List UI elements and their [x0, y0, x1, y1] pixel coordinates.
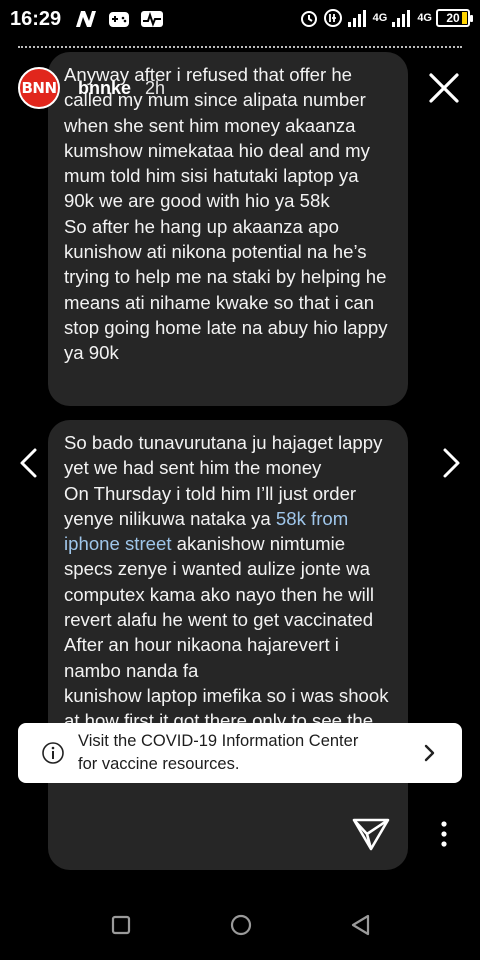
status-time: 16:29	[10, 8, 62, 30]
banner-text: Visit the COVID-19 Information Center fo…	[78, 730, 408, 776]
data-saver-icon	[323, 9, 342, 27]
alarm-clock-icon	[300, 11, 317, 27]
home-icon[interactable]	[228, 912, 254, 938]
signal-icon	[392, 10, 411, 27]
battery-icon: 20	[436, 9, 473, 27]
network-type-label: 4G	[417, 12, 432, 24]
avatar[interactable]: BNN	[18, 67, 60, 109]
covid-info-banner[interactable]: Visit the COVID-19 Information Center fo…	[18, 723, 462, 783]
info-icon	[42, 742, 64, 764]
status-bar: 16:29 4G 4G 20	[0, 0, 480, 40]
chevron-right-icon[interactable]	[418, 741, 440, 765]
story-header[interactable]: BNN bnnke 2h	[18, 66, 165, 110]
network-type-label: 4G	[372, 12, 388, 24]
close-icon[interactable]	[424, 68, 464, 108]
banner-line: Visit the COVID-19 Information Center	[78, 732, 359, 750]
chat-bubble: So bado tunavurutana ju hajaget lappy ye…	[48, 420, 408, 870]
status-indicators: 4G 4G 20	[299, 8, 473, 28]
obscured-text: nambo nanda fa	[64, 659, 199, 681]
recents-icon[interactable]	[108, 912, 134, 938]
banner-line: for vaccine resources.	[78, 755, 240, 773]
game-controller-icon	[109, 12, 129, 27]
post-time: 2h	[145, 77, 166, 98]
chevron-right-icon[interactable]	[436, 446, 466, 480]
story-progress-bar	[18, 46, 462, 49]
system-navigation-bar	[0, 890, 480, 960]
chevron-left-icon[interactable]	[14, 446, 44, 480]
username[interactable]: bnnke	[78, 78, 131, 99]
signal-icon	[347, 10, 366, 27]
battery-level: 20	[446, 11, 460, 25]
activity-icon	[141, 11, 163, 27]
n-app-icon	[76, 11, 96, 27]
send-icon[interactable]	[350, 812, 392, 854]
more-vertical-icon[interactable]	[432, 818, 456, 850]
back-icon[interactable]	[348, 912, 374, 938]
message-text: So bado tunavurutana ju hajaget lappy ye…	[64, 432, 389, 757]
